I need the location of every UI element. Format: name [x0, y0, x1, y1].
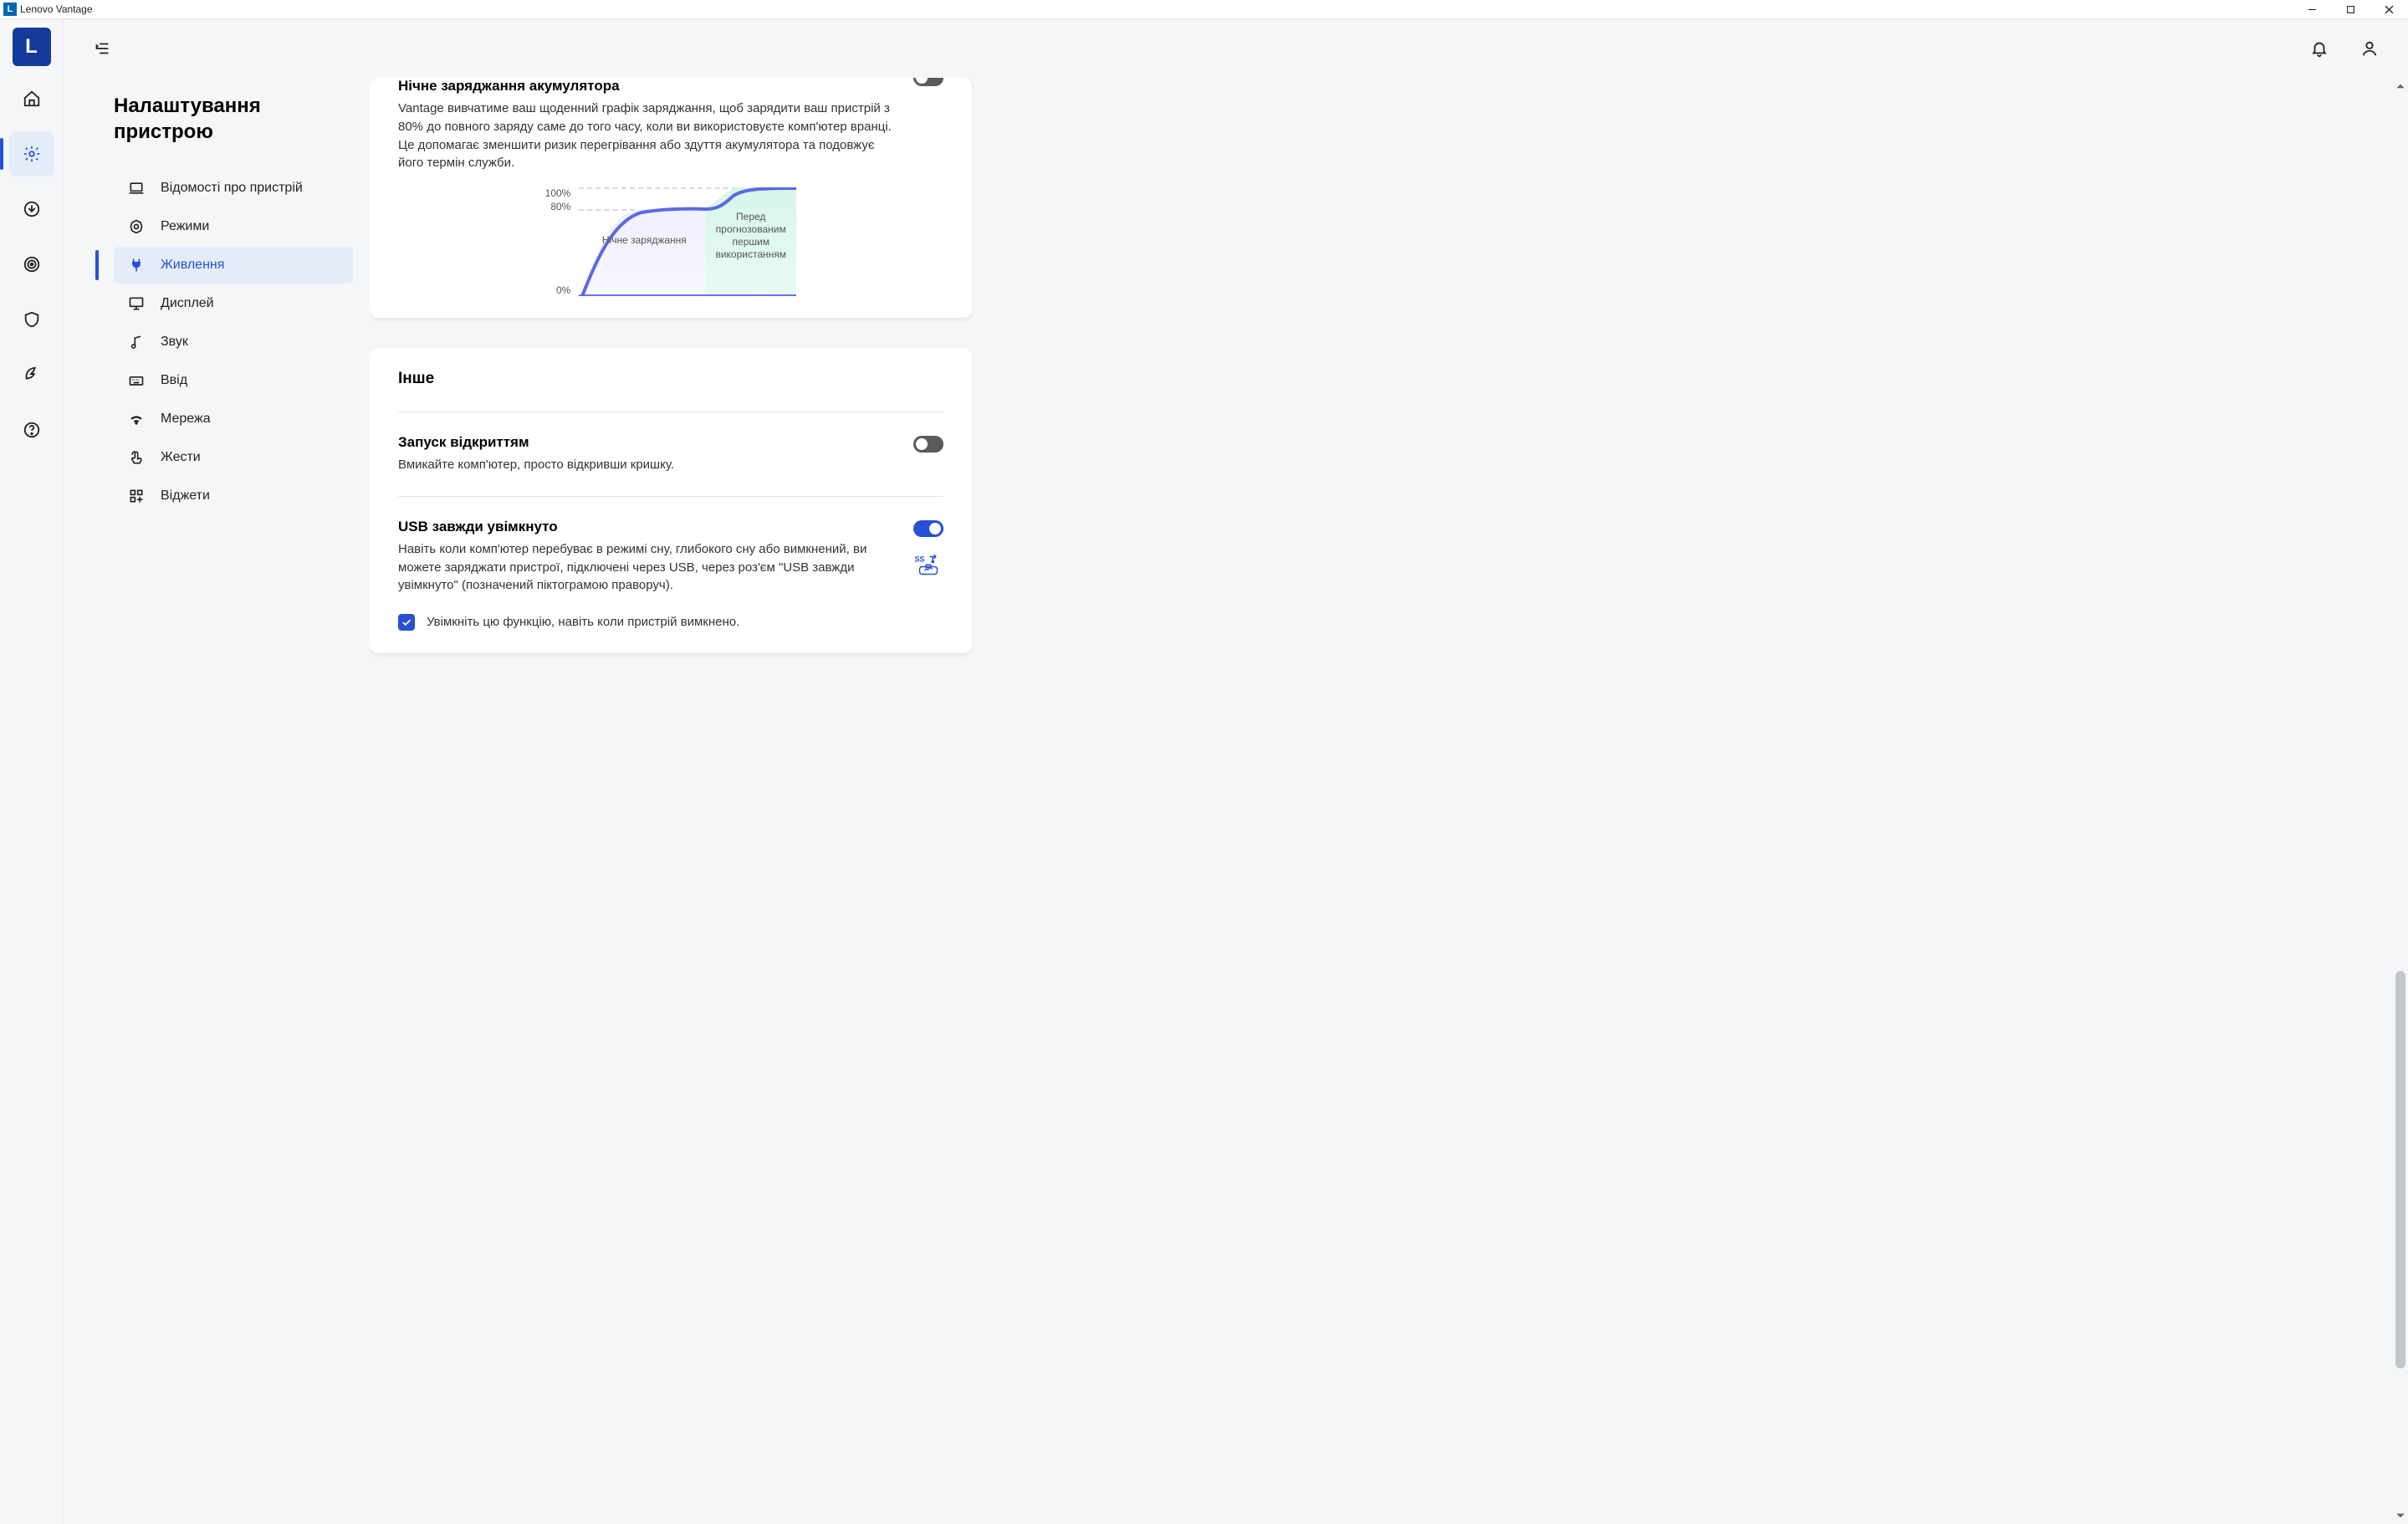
app-icon: L: [3, 3, 17, 16]
rail-security[interactable]: [9, 297, 54, 342]
ss-usb-icon: SS: [913, 554, 943, 581]
vertical-scrollbar[interactable]: [2393, 78, 2408, 1524]
laptop-icon: [127, 180, 146, 197]
flip-to-start-desc: Вмикайте комп'ютер, просто відкривши кри…: [398, 456, 897, 474]
rail-home[interactable]: [9, 76, 54, 121]
scrollbar-track[interactable]: [2393, 91, 2408, 1511]
page-title: Налаштування пристрою: [114, 93, 353, 145]
other-section-title: Інше: [398, 370, 943, 388]
nav-network[interactable]: Мережа: [114, 401, 353, 437]
music-note-icon: [127, 334, 146, 350]
nav-widgets[interactable]: Віджети: [114, 478, 353, 514]
other-card: Інше Запуск відкриттям Вмикайте комп'юте…: [370, 348, 972, 653]
nav-label: Звук: [161, 335, 188, 350]
window-title: Lenovo Vantage: [20, 3, 2293, 15]
nav-label: Жести: [161, 450, 201, 465]
topbar: [64, 19, 2408, 78]
ytick-100: 100%: [545, 187, 571, 199]
nav-device-info[interactable]: Відомості про пристрій: [114, 170, 353, 207]
account-button[interactable]: [2353, 32, 2386, 65]
keyboard-icon: [127, 372, 146, 389]
nav-label: Дисплей: [161, 296, 214, 311]
monitor-icon: [127, 295, 146, 312]
rail-help[interactable]: [9, 407, 54, 453]
scroll-up-arrow[interactable]: [2395, 81, 2405, 91]
plug-icon: [127, 257, 146, 274]
flip-to-start-title: Запуск відкриттям: [398, 434, 897, 451]
rail-downloads[interactable]: [9, 187, 54, 232]
nav-rail: L: [0, 19, 64, 1524]
ytick-0: 0%: [556, 284, 570, 296]
notifications-button[interactable]: [2303, 32, 2336, 65]
always-on-usb-desc: Навіть коли комп'ютер перебуває в режимі…: [398, 540, 897, 595]
minimize-button[interactable]: [2293, 0, 2331, 18]
window-titlebar: L Lenovo Vantage: [0, 0, 2408, 18]
nav-audio[interactable]: Звук: [114, 324, 353, 361]
chart-label-night: Нічне заряджання: [601, 234, 688, 247]
nav-power[interactable]: Живлення: [114, 247, 353, 284]
night-charging-desc: Vantage вивчатиме ваш щоденний графік за…: [398, 100, 897, 172]
close-button[interactable]: [2370, 0, 2408, 18]
always-on-usb-toggle[interactable]: [913, 520, 943, 537]
content-area: Нічне заряджання акумулятора Vantage вив…: [370, 78, 2393, 1524]
night-charging-toggle[interactable]: [913, 78, 943, 86]
nav-label: Режими: [161, 219, 209, 234]
menu-toggle-button[interactable]: [85, 32, 119, 65]
nav-input[interactable]: Ввід: [114, 362, 353, 399]
always-on-usb-title: USB завжди увімкнуто: [398, 519, 897, 535]
scroll-down-arrow[interactable]: [2395, 1511, 2405, 1521]
nav-label: Відомості про пристрій: [161, 181, 303, 196]
widgets-icon: [127, 488, 146, 504]
ytick-80: 80%: [550, 201, 570, 212]
nav-label: Живлення: [161, 258, 224, 273]
nav-label: Мережа: [161, 412, 211, 427]
settings-side-nav: Налаштування пристрою Відомості про прис…: [64, 78, 370, 1524]
rail-diagnostics[interactable]: [9, 242, 54, 287]
touch-icon: [127, 449, 146, 466]
rail-settings[interactable]: [9, 131, 54, 176]
nav-modes[interactable]: Режими: [114, 208, 353, 245]
scrollbar-thumb[interactable]: [2395, 971, 2405, 1368]
night-charging-card: Нічне заряджання акумулятора Vantage вив…: [370, 78, 972, 318]
rail-performance[interactable]: [9, 352, 54, 397]
nav-gestures[interactable]: Жести: [114, 439, 353, 476]
always-on-usb-checkbox-label: Увімкніть цю функцію, навіть коли пристр…: [427, 613, 739, 632]
chart-label-before-use: Перед прогнозованим першим використанням: [705, 211, 796, 261]
nav-label: Віджети: [161, 488, 210, 504]
night-charging-title: Нічне заряджання акумулятора: [398, 78, 897, 95]
wifi-icon: [127, 411, 146, 427]
nav-label: Ввід: [161, 373, 187, 388]
maximize-button[interactable]: [2331, 0, 2370, 18]
svg-text:SS: SS: [915, 555, 925, 563]
flip-to-start-toggle[interactable]: [913, 436, 943, 453]
always-on-usb-when-off-checkbox[interactable]: [398, 614, 415, 631]
gear-outline-icon: [127, 218, 146, 235]
charging-chart: 100% 80% 0%: [398, 172, 943, 296]
app-logo[interactable]: L: [13, 28, 51, 66]
nav-display[interactable]: Дисплей: [114, 285, 353, 322]
